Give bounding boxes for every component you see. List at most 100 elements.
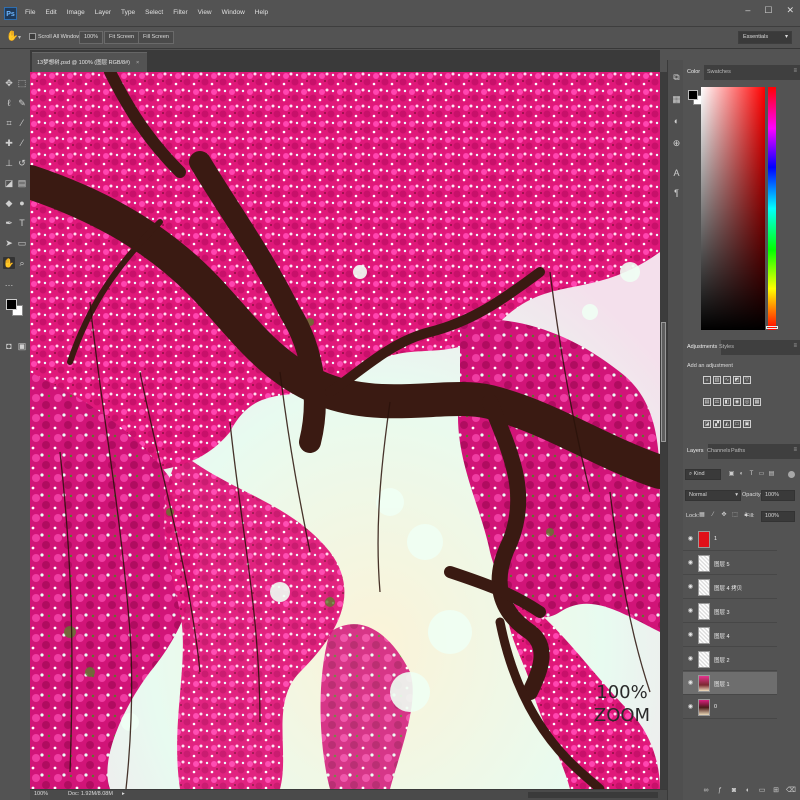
levels-icon[interactable]: ▥ (713, 376, 721, 384)
visibility-eye-icon[interactable]: ◉ (687, 656, 694, 663)
history-brush-tool-icon[interactable]: ↺ (16, 157, 28, 169)
brush-tool-icon[interactable]: ⁄ (16, 137, 28, 149)
menu-view[interactable]: View (193, 9, 217, 16)
hue-slider[interactable] (768, 87, 776, 330)
visibility-eye-icon[interactable]: ◉ (687, 632, 694, 639)
layer-row[interactable]: ◉ 图层 5 (683, 552, 777, 575)
chevron-down-icon[interactable]: ▾ (18, 34, 21, 41)
smart-object-filter-icon[interactable]: ▤ (768, 470, 775, 478)
adjustment-filter-icon[interactable]: ◐ (738, 470, 745, 478)
tab-swatches[interactable]: Swatches (703, 65, 735, 80)
workspace-select[interactable]: Essentials (738, 31, 792, 44)
color-swatches[interactable] (6, 299, 26, 321)
layer-kind-select[interactable]: ⌕ Kind (685, 469, 721, 480)
opacity-field[interactable]: 100% (761, 490, 795, 501)
foreground-color-swatch[interactable] (6, 299, 17, 310)
lock-artboard-icon[interactable]: ⬚ (732, 512, 738, 519)
layer-row[interactable]: ◉ 图层 4 拷贝 (683, 576, 777, 599)
selective-color-icon[interactable]: ▣ (743, 420, 751, 428)
layer-row[interactable]: ◉ 图层 4 (683, 624, 777, 647)
visibility-eye-icon[interactable]: ◉ (687, 704, 694, 711)
type-tool-icon[interactable]: T (16, 217, 28, 229)
scrollbar-thumb[interactable] (661, 322, 666, 442)
menu-filter[interactable]: Filter (168, 9, 192, 16)
brush-presets-icon[interactable]: ◐ (671, 116, 682, 127)
vertical-scrollbar[interactable] (660, 72, 667, 789)
delete-layer-icon[interactable]: ⌫ (786, 787, 796, 795)
zoom-100-button[interactable]: 100% (79, 31, 104, 44)
marquee-tool-icon[interactable]: ⬚ (16, 77, 28, 89)
blur-tool-icon[interactable]: ◆ (3, 197, 15, 209)
dodge-tool-icon[interactable]: ● (16, 197, 28, 209)
invert-icon[interactable]: ◪ (703, 420, 711, 428)
minimize-icon[interactable]: – (745, 5, 750, 16)
brightness-contrast-icon[interactable]: ☼ (703, 376, 711, 384)
menu-window[interactable]: Window (217, 9, 250, 16)
fit-screen-button[interactable]: Fit Screen (104, 31, 140, 44)
new-layer-icon[interactable]: ⊞ (772, 787, 780, 795)
foreground-color-chip[interactable] (688, 90, 698, 100)
photo-filter-icon[interactable]: ◉ (733, 398, 741, 406)
exposure-icon[interactable]: ◩ (733, 376, 741, 384)
quick-select-tool-icon[interactable]: ✎ (16, 97, 28, 109)
add-mask-icon[interactable]: ◙ (730, 787, 738, 795)
maximize-icon[interactable]: ☐ (764, 5, 772, 16)
hand-tool-icon[interactable]: ✋ (6, 31, 18, 42)
layer-style-icon[interactable]: ƒ (716, 787, 724, 795)
color-lookup-icon[interactable]: ▦ (753, 398, 761, 406)
document-tab[interactable]: 13梦想树.psd @ 100% (图层 RGB/8#) × (32, 52, 148, 72)
shape-filter-icon[interactable]: ▭ (758, 470, 765, 478)
tab-close-icon[interactable]: × (136, 60, 139, 66)
new-adjustment-icon[interactable]: ◐ (744, 787, 752, 795)
link-layers-icon[interactable]: ∞ (702, 787, 710, 795)
hue-slider-marker[interactable] (766, 326, 778, 329)
eyedropper-tool-icon[interactable]: ⁄ (16, 117, 28, 129)
color-balance-icon[interactable]: ⚖ (713, 398, 721, 406)
tab-color[interactable]: Color (683, 65, 705, 80)
new-group-icon[interactable]: ▭ (758, 787, 766, 795)
properties-icon[interactable]: ▦ (671, 94, 682, 105)
gradient-tool-icon[interactable]: ▤ (16, 177, 28, 189)
menu-type[interactable]: Type (116, 9, 140, 16)
paragraph-icon[interactable]: ¶ (671, 188, 682, 199)
character-icon[interactable]: A (671, 168, 682, 179)
hand-tool-icon[interactable]: ✋ (3, 257, 15, 269)
shape-tool-icon[interactable]: ▭ (16, 237, 28, 249)
visibility-eye-icon[interactable]: ◉ (687, 680, 694, 687)
menu-layer[interactable]: Layer (90, 9, 116, 16)
layer-row[interactable]: ◉ 0 (683, 696, 777, 719)
panel-menu-icon[interactable]: ≡ (793, 447, 797, 453)
channel-mixer-icon[interactable]: ◎ (743, 398, 751, 406)
eraser-tool-icon[interactable]: ◪ (3, 177, 15, 189)
menu-edit[interactable]: Edit (40, 9, 61, 16)
fill-field[interactable]: 100% (761, 511, 795, 522)
pixel-filter-icon[interactable]: ▣ (728, 470, 735, 478)
hue-saturation-icon[interactable]: ▤ (703, 398, 711, 406)
layer-row-selected[interactable]: ◉ 图层 1 (683, 672, 777, 695)
status-menu-icon[interactable]: ▸ (122, 791, 125, 797)
menu-file[interactable]: File (20, 9, 40, 16)
clone-source-icon[interactable]: ⊕ (671, 138, 682, 149)
path-select-tool-icon[interactable]: ➤ (3, 237, 15, 249)
history-icon[interactable]: ⧉ (671, 72, 682, 83)
panel-menu-icon[interactable]: ≡ (793, 343, 797, 349)
lasso-tool-icon[interactable]: ℓ (3, 97, 15, 109)
filter-toggle[interactable] (788, 471, 795, 478)
threshold-icon[interactable]: ◭ (723, 420, 731, 428)
vibrance-icon[interactable]: ▽ (743, 376, 751, 384)
lock-image-icon[interactable]: ⁄ (710, 512, 716, 519)
visibility-eye-icon[interactable]: ◉ (687, 560, 694, 567)
type-filter-icon[interactable]: T (748, 470, 755, 478)
black-white-icon[interactable]: ◧ (723, 398, 731, 406)
document-canvas[interactable]: 100% ZOOM (30, 72, 660, 789)
panel-menu-icon[interactable]: ≡ (793, 68, 797, 74)
menu-help[interactable]: Help (250, 9, 273, 16)
posterize-icon[interactable]: ▞ (713, 420, 721, 428)
menu-image[interactable]: Image (62, 9, 90, 16)
layer-row[interactable]: ◉ 图层 3 (683, 600, 777, 623)
scroll-all-windows-checkbox[interactable] (29, 33, 36, 40)
clone-stamp-tool-icon[interactable]: ⊥ (3, 157, 15, 169)
close-icon[interactable]: ✕ (786, 5, 794, 16)
tab-styles[interactable]: Styles (715, 340, 738, 355)
healing-brush-tool-icon[interactable]: ✚ (3, 137, 15, 149)
